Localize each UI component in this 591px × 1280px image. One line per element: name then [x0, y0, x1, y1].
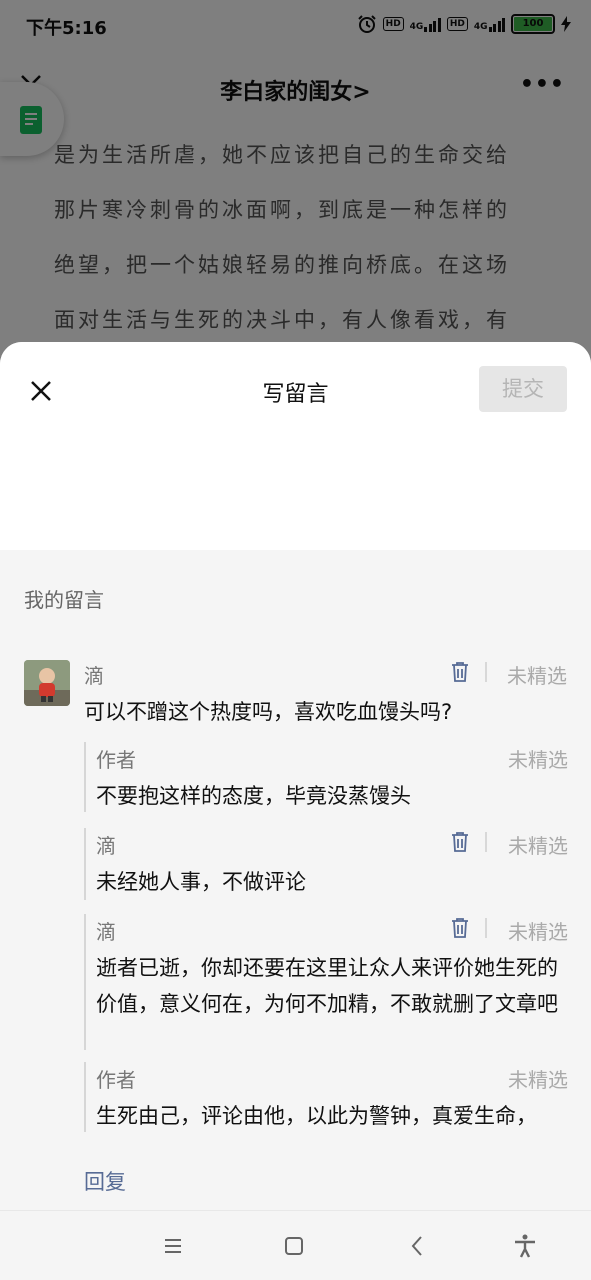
reply-text: 未经她人事，不做评论 [96, 870, 306, 894]
reply-item: 滴 未精选 未经她人事，不做评论 [84, 828, 568, 900]
divider [485, 918, 487, 938]
my-comments-label: 我的留言 [24, 588, 104, 612]
reply-author: 滴 [96, 834, 116, 858]
home-square-icon[interactable] [281, 1233, 307, 1259]
reply-bar [84, 828, 86, 900]
comment-text: 可以不蹭这个热度吗，喜欢吃血馒头吗? [84, 700, 453, 724]
featured-status: 未精选 [507, 664, 567, 688]
reply-text: 生死由己，评论由他，以此为警钟，真爱生命， [96, 1104, 537, 1128]
reply-author: 作者 [96, 1068, 136, 1092]
featured-status: 未精选 [508, 834, 568, 858]
reply-item: 作者 未精选 生死由己，评论由他，以此为警钟，真爱生命， [84, 1062, 568, 1132]
reply-author: 作者 [96, 748, 136, 772]
featured-status: 未精选 [508, 920, 568, 944]
accessibility-icon[interactable] [512, 1233, 538, 1259]
reply-text: 不要抱这样的态度，毕竟没蒸馒头 [96, 784, 411, 808]
trash-icon[interactable] [450, 831, 470, 853]
reply-link[interactable]: 回复 [84, 1166, 126, 1196]
back-chevron-icon[interactable] [405, 1233, 431, 1259]
reply-item: 滴 未精选 逝者已逝，你却还要在这里让众人来评价她生死的价值，意义何在，为何不加… [84, 914, 568, 1050]
compose-area[interactable]: 写留言 提交 [0, 342, 591, 550]
reply-author: 滴 [96, 920, 116, 944]
reply-bar [84, 742, 86, 812]
avatar-image [24, 660, 70, 706]
divider [485, 662, 487, 682]
avatar[interactable] [24, 660, 70, 706]
system-nav-bar [0, 1210, 591, 1280]
featured-status: 未精选 [508, 1068, 568, 1092]
trash-icon[interactable] [450, 917, 470, 939]
submit-button[interactable]: 提交 [479, 366, 567, 412]
reply-item: 作者 未精选 不要抱这样的态度，毕竟没蒸馒头 [84, 742, 568, 812]
reply-text: 逝者已逝，你却还要在这里让众人来评价她生死的价值，意义何在，为何不加精，不敢就删… [96, 956, 558, 1016]
reply-bar [84, 1062, 86, 1132]
divider [485, 832, 487, 852]
trash-icon[interactable] [450, 661, 470, 683]
comment-sheet: 写留言 提交 我的留言 滴 未精选 可以不蹭这个热度吗，喜欢吃血馒头吗? 作者 … [0, 342, 591, 1280]
comment-author: 滴 [84, 664, 104, 688]
reply-bar [84, 914, 86, 1050]
menu-icon[interactable] [160, 1233, 186, 1259]
featured-status: 未精选 [508, 748, 568, 772]
